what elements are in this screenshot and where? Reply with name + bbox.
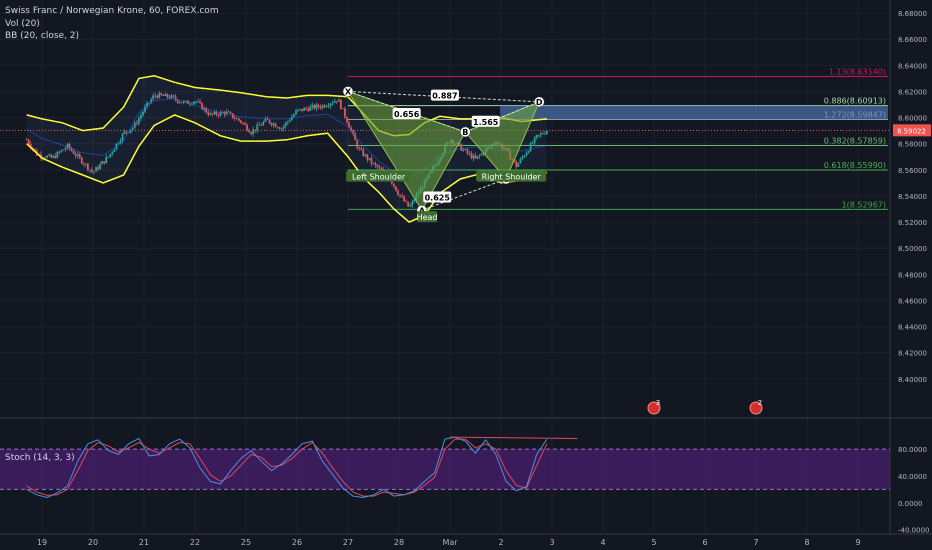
time-axis-label: 5	[651, 538, 656, 547]
time-axis-label: 7	[753, 538, 758, 547]
price-axis-label: 8.44000	[898, 324, 927, 332]
stoch-axis-label: 80.0000	[898, 446, 927, 454]
stoch-axis-label: 40.0000	[898, 473, 927, 481]
ratio-label-text: 1.565	[473, 118, 499, 127]
last-price-tag-text: 8.59022	[897, 127, 926, 135]
time-axis-label: 2	[498, 538, 503, 547]
fibonacci-level-label: 0.382(8.57859)	[824, 137, 886, 146]
stochastic-legend[interactable]: Stoch (14, 3, 3)	[5, 452, 75, 464]
harmonic-point-label: X	[345, 87, 352, 96]
time-axis-label: 27	[343, 538, 353, 547]
pattern-name-text: Head	[417, 213, 438, 222]
time-axis-label: 21	[139, 538, 149, 547]
price-axis-label: 8.60000	[898, 115, 927, 123]
harmonic-point-label: D	[536, 98, 543, 107]
ratio-label-text: 0.656	[394, 110, 420, 119]
price-axis-label: 8.40000	[898, 376, 927, 384]
price-axis-label: 8.52000	[898, 219, 927, 227]
price-axis-label: 8.68000	[898, 10, 927, 18]
time-axis-label: 26	[292, 538, 302, 547]
pattern-name-text: Left Shoulder	[352, 173, 406, 182]
fibonacci-level-label: 1(8.52967)	[842, 200, 886, 209]
price-axis-label: 8.66000	[898, 36, 927, 44]
price-axis-label: 8.56000	[898, 167, 927, 175]
time-axis-label: 20	[88, 538, 98, 547]
event-marker-count: 2	[758, 399, 762, 407]
volume-legend[interactable]: Vol (20)	[5, 18, 40, 30]
fibonacci-level-label: 0.886(8.60913)	[824, 97, 886, 106]
bollinger-legend[interactable]: BB (20, close, 2)	[5, 30, 79, 42]
time-axis-label: 22	[190, 538, 200, 547]
ratio-label-text: 0.887	[432, 92, 457, 101]
time-axis-label: 6	[702, 538, 707, 547]
fibonacci-level-label: 1.13(8.63140)	[829, 68, 886, 77]
prz-zone	[500, 105, 888, 120]
stoch-band	[0, 449, 890, 490]
chart-svg[interactable]: 1.13(8.63140)0.886(8.60913)1.272(8.59847…	[0, 0, 932, 550]
time-axis-label: 8	[804, 538, 809, 547]
price-axis-label: 8.64000	[898, 62, 927, 70]
stoch-axis-label: -40.0000	[898, 527, 929, 535]
price-axis-label: 8.48000	[898, 271, 927, 279]
symbol-legend[interactable]: Swiss Franc / Norwegian Krone, 60, FOREX…	[5, 5, 219, 17]
ratio-label-text: 0.625	[425, 194, 451, 203]
time-axis-label: 9	[855, 538, 860, 547]
harmonic-point-label: B	[462, 128, 468, 137]
time-axis-label: 28	[394, 538, 404, 547]
time-axis-label: 19	[37, 538, 47, 547]
fibonacci-level-label: 0.618(8.55990)	[824, 161, 886, 170]
price-axis-label: 8.54000	[898, 193, 927, 201]
price-axis-label: 8.42000	[898, 350, 927, 358]
stoch-axis-label: 0.0000	[898, 500, 923, 508]
time-axis-label: 4	[600, 538, 605, 547]
price-axis-label: 8.46000	[898, 297, 927, 305]
price-axis-label: 8.58000	[898, 141, 927, 149]
time-axis-label: 3	[549, 538, 554, 547]
event-marker-count: 3	[656, 399, 660, 407]
time-axis-label: Mar	[442, 538, 458, 547]
price-axis-label: 8.62000	[898, 88, 927, 96]
time-axis-label: 25	[241, 538, 251, 547]
pattern-name-text: Right Shoulder	[482, 173, 542, 182]
price-axis-label: 8.50000	[898, 245, 927, 253]
